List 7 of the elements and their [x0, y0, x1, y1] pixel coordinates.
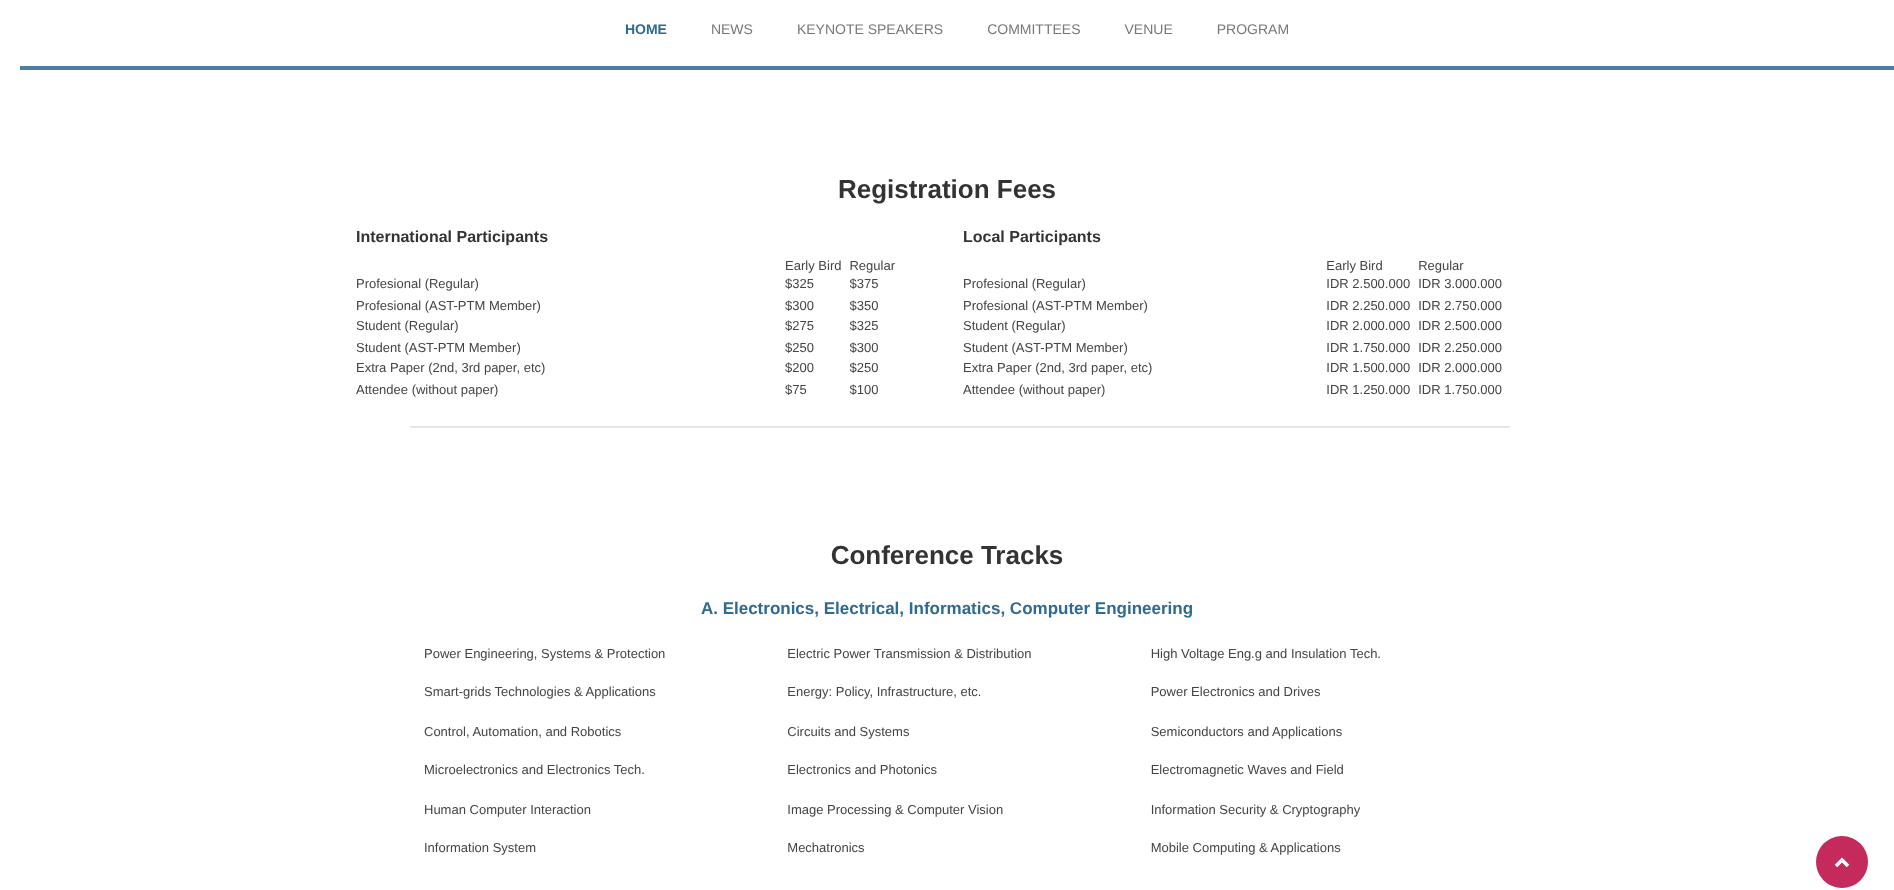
- chevron-up-icon: [1834, 856, 1850, 868]
- table-title: International Participants: [356, 227, 549, 245]
- table-title: Local Participants: [963, 227, 1101, 245]
- section-title: Conference Tracks: [830, 540, 1064, 571]
- section-title: Registration Fees: [837, 174, 1057, 204]
- track-group-title: A. Electronics, Electrical, Informatics, Computer Engineering: [700, 597, 1194, 618]
- scroll-top-button[interactable]: [1816, 836, 1868, 888]
